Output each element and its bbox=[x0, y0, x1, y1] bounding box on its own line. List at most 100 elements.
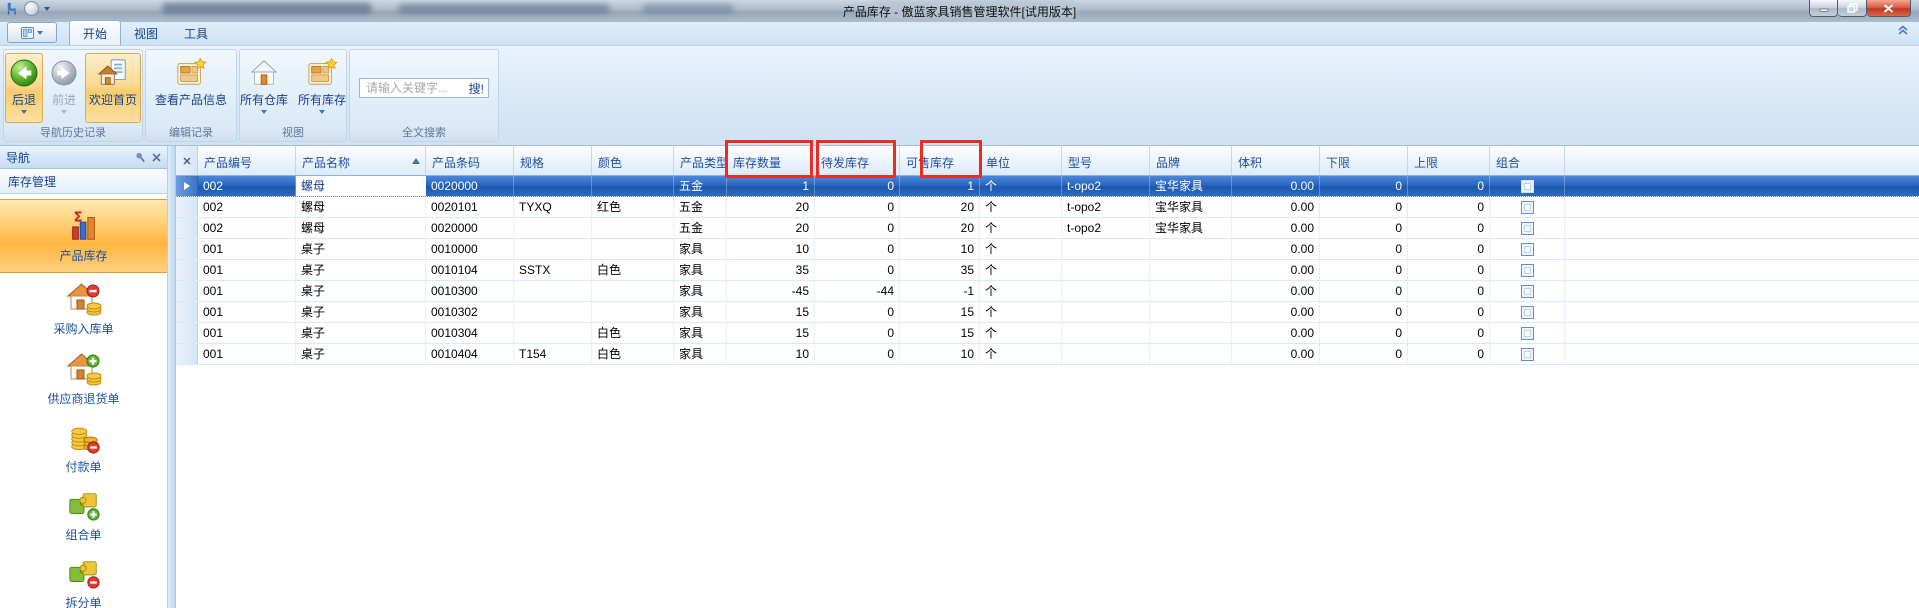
cell-volume[interactable]: 0.00 bbox=[1232, 344, 1320, 364]
cell-spec[interactable] bbox=[514, 323, 592, 343]
cell-pending-stock[interactable]: 0 bbox=[815, 323, 900, 343]
cell-model[interactable] bbox=[1062, 302, 1150, 322]
cell-product-code[interactable]: 001 bbox=[198, 281, 296, 301]
cell-brand[interactable]: 宝华家具 bbox=[1150, 197, 1232, 217]
cell-product-code[interactable]: 002 bbox=[198, 197, 296, 217]
cell-volume[interactable]: 0.00 bbox=[1232, 302, 1320, 322]
cell-volume[interactable]: 0.00 bbox=[1232, 218, 1320, 238]
cell-color[interactable] bbox=[592, 176, 674, 196]
table-row[interactable]: 001桌子0010304白色家具15015个0.0000 bbox=[176, 323, 1919, 344]
cell-product-type[interactable]: 家具 bbox=[674, 281, 727, 301]
pane-splitter[interactable] bbox=[168, 146, 176, 608]
cell-upper-limit[interactable]: 0 bbox=[1408, 218, 1490, 238]
combo-checkbox[interactable] bbox=[1521, 285, 1534, 298]
cell-product-type[interactable]: 五金 bbox=[674, 176, 727, 196]
cell-volume[interactable]: 0.00 bbox=[1232, 197, 1320, 217]
cell-unit[interactable]: 个 bbox=[980, 302, 1062, 322]
search-input[interactable] bbox=[364, 80, 466, 96]
col-header-product-code[interactable]: 产品编号 bbox=[198, 146, 296, 175]
table-row[interactable]: 001桌子0010302家具15015个0.0000 bbox=[176, 302, 1919, 323]
qat-button[interactable] bbox=[24, 1, 39, 16]
all-warehouses-dropdown-icon[interactable] bbox=[261, 110, 267, 114]
cell-model[interactable] bbox=[1062, 239, 1150, 259]
sidebar-item-combine-slip[interactable]: 组合单 bbox=[0, 481, 167, 549]
search-go-button[interactable]: 搜! bbox=[469, 80, 484, 97]
all-stock-button[interactable]: 所有库存 bbox=[294, 53, 350, 123]
welcome-home-button[interactable]: 欢迎首页 bbox=[85, 53, 141, 123]
cell-product-name[interactable]: 桌子 bbox=[296, 281, 426, 301]
cell-upper-limit[interactable]: 0 bbox=[1408, 260, 1490, 280]
table-row[interactable]: 001桌子0010104SSTX白色家具35035个0.0000 bbox=[176, 260, 1919, 281]
cell-model[interactable]: t-opo2 bbox=[1062, 176, 1150, 196]
all-stock-dropdown-icon[interactable] bbox=[319, 110, 325, 114]
cell-upper-limit[interactable]: 0 bbox=[1408, 281, 1490, 301]
tab-start[interactable]: 开始 bbox=[69, 20, 121, 45]
cell-color[interactable]: 红色 bbox=[592, 197, 674, 217]
cell-stock-qty[interactable]: 10 bbox=[727, 344, 815, 364]
cell-stock-qty[interactable]: 15 bbox=[727, 323, 815, 343]
cell-spec[interactable] bbox=[514, 239, 592, 259]
cell-product-type[interactable]: 五金 bbox=[674, 197, 727, 217]
cell-spec[interactable] bbox=[514, 218, 592, 238]
cell-brand[interactable]: 宝华家具 bbox=[1150, 218, 1232, 238]
cell-stock-qty[interactable]: -45 bbox=[727, 281, 815, 301]
cell-barcode[interactable]: 0010000 bbox=[426, 239, 514, 259]
cell-unit[interactable]: 个 bbox=[980, 218, 1062, 238]
cell-product-name[interactable]: 桌子 bbox=[296, 260, 426, 280]
combo-checkbox[interactable] bbox=[1521, 243, 1534, 256]
cell-product-name[interactable]: 桌子 bbox=[296, 344, 426, 364]
cell-volume[interactable]: 0.00 bbox=[1232, 281, 1320, 301]
cell-unit[interactable]: 个 bbox=[980, 239, 1062, 259]
col-header-spec[interactable]: 规格 bbox=[514, 146, 592, 175]
cell-pending-stock[interactable]: 0 bbox=[815, 260, 900, 280]
cell-spec[interactable] bbox=[514, 302, 592, 322]
cell-sellable-stock[interactable]: 10 bbox=[900, 344, 980, 364]
collapse-ribbon-button[interactable] bbox=[1897, 23, 1909, 41]
cell-color[interactable] bbox=[592, 218, 674, 238]
cell-product-name[interactable]: 螺母 bbox=[296, 218, 426, 238]
cell-spec[interactable]: SSTX bbox=[514, 260, 592, 280]
cell-model[interactable]: t-opo2 bbox=[1062, 197, 1150, 217]
cell-lower-limit[interactable]: 0 bbox=[1320, 302, 1408, 322]
cell-color[interactable] bbox=[592, 239, 674, 259]
cell-product-code[interactable]: 002 bbox=[198, 176, 296, 196]
tab-tools[interactable]: 工具 bbox=[171, 21, 221, 45]
cell-sellable-stock[interactable]: 1 bbox=[900, 176, 980, 196]
cell-barcode[interactable]: 0010304 bbox=[426, 323, 514, 343]
cell-lower-limit[interactable]: 0 bbox=[1320, 260, 1408, 280]
col-header-lower-limit[interactable]: 下限 bbox=[1320, 146, 1408, 175]
sidebar-item-payment-slip[interactable]: 付款单 bbox=[0, 413, 167, 481]
grid-corner-button[interactable] bbox=[176, 146, 198, 175]
cell-volume[interactable]: 0.00 bbox=[1232, 323, 1320, 343]
cell-stock-qty[interactable]: 10 bbox=[727, 239, 815, 259]
cell-pending-stock[interactable]: 0 bbox=[815, 239, 900, 259]
pin-icon[interactable] bbox=[135, 152, 146, 163]
application-menu-button[interactable] bbox=[7, 22, 57, 43]
cell-product-type[interactable]: 家具 bbox=[674, 302, 727, 322]
combo-checkbox[interactable] bbox=[1521, 264, 1534, 277]
close-button[interactable] bbox=[1867, 0, 1911, 17]
cell-product-type[interactable]: 家具 bbox=[674, 323, 727, 343]
view-product-info-button[interactable]: 查看产品信息 bbox=[151, 53, 231, 123]
cell-unit[interactable]: 个 bbox=[980, 281, 1062, 301]
cell-lower-limit[interactable]: 0 bbox=[1320, 344, 1408, 364]
sidebar-section-inventory-mgmt[interactable]: 库存管理 bbox=[0, 169, 167, 194]
cell-barcode[interactable]: 0020000 bbox=[426, 176, 514, 196]
cell-stock-qty[interactable]: 35 bbox=[727, 260, 815, 280]
all-warehouses-button[interactable]: 所有仓库 bbox=[236, 53, 292, 123]
cell-pending-stock[interactable]: 0 bbox=[815, 344, 900, 364]
cell-stock-qty[interactable]: 20 bbox=[727, 218, 815, 238]
cell-brand[interactable] bbox=[1150, 239, 1232, 259]
col-header-brand[interactable]: 品牌 bbox=[1150, 146, 1232, 175]
qat-dropdown-icon[interactable] bbox=[44, 7, 50, 11]
cell-spec[interactable]: TYXQ bbox=[514, 197, 592, 217]
cell-barcode[interactable]: 0010404 bbox=[426, 344, 514, 364]
cell-volume[interactable]: 0.00 bbox=[1232, 260, 1320, 280]
cell-sellable-stock[interactable]: 10 bbox=[900, 239, 980, 259]
col-header-product-type[interactable]: 产品类型 bbox=[674, 146, 727, 175]
cell-sellable-stock[interactable]: 15 bbox=[900, 302, 980, 322]
cell-barcode[interactable]: 0010104 bbox=[426, 260, 514, 280]
cell-model[interactable] bbox=[1062, 260, 1150, 280]
cell-stock-qty[interactable]: 15 bbox=[727, 302, 815, 322]
cell-lower-limit[interactable]: 0 bbox=[1320, 323, 1408, 343]
